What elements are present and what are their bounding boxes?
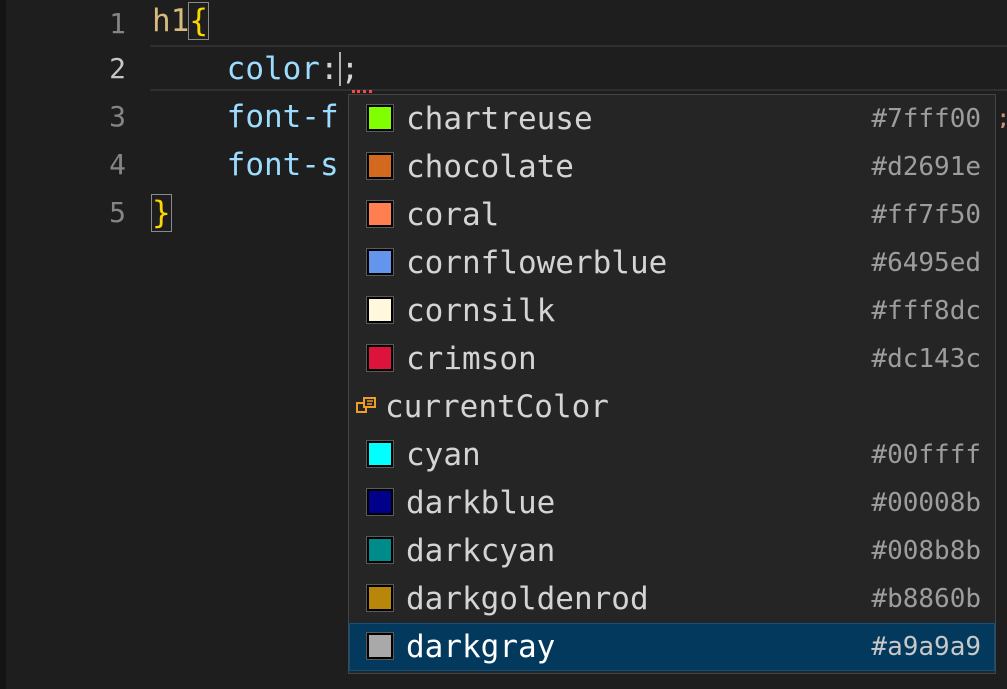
color-swatch-icon (366, 440, 394, 468)
suggestion-label: crimson (406, 341, 537, 377)
suggestion-label: darkblue (406, 485, 556, 521)
selector-token: h1 (152, 3, 190, 39)
keyword-icon (356, 397, 376, 413)
suggestion-label: cornsilk (406, 293, 556, 329)
suggestion-detail: #7fff00 (871, 104, 981, 134)
suggestion-label: darkgray (406, 629, 556, 665)
hidden-code-fragment: ; (996, 108, 1007, 128)
suggestion-detail: #d2691e (871, 152, 981, 182)
suggest-widget[interactable]: chartreuse #7fff00 chocolate #d2691e coral #f… (348, 94, 996, 674)
suggestion-item-chartreuse[interactable]: chartreuse #7fff00 (349, 95, 995, 143)
suggestion-label: coral (406, 197, 500, 233)
suggestion-label: cornflowerblue (406, 245, 668, 281)
open-brace-token: { (188, 2, 209, 40)
colon-token: : (319, 51, 339, 87)
suggestion-label: currentColor (385, 389, 609, 425)
line-number-gutter: 1 2 3 4 5 (6, 0, 146, 689)
color-swatch-icon (366, 488, 394, 516)
color-swatch-icon (366, 104, 394, 132)
error-squiggle (352, 86, 372, 93)
suggestion-label: darkgoldenrod (406, 581, 649, 617)
suggestion-detail: #ff7f50 (871, 200, 981, 230)
suggestion-item-coral[interactable]: coral #ff7f50 (349, 191, 995, 239)
suggestion-item-cornsilk[interactable]: cornsilk #fff8dc (349, 287, 995, 335)
line-number: 3 (109, 100, 126, 133)
suggestion-item-crimson[interactable]: crimson #dc143c (349, 335, 995, 383)
suggestion-detail: #00ffff (871, 440, 981, 470)
suggestion-item-darkcyan[interactable]: darkcyan #008b8b (349, 527, 995, 575)
suggestion-item-cyan[interactable]: cyan #00ffff (349, 431, 995, 479)
semicolon-token: ; (340, 51, 360, 87)
suggestion-label: chartreuse (406, 101, 593, 137)
color-swatch-icon (366, 344, 394, 372)
property-token: color (226, 51, 320, 87)
code-line-4[interactable]: font-s (152, 141, 339, 189)
property-token: font-s (226, 147, 339, 183)
color-swatch-icon (366, 248, 394, 276)
suggestion-item-darkgoldenrod[interactable]: darkgoldenrod #b8860b (349, 575, 995, 623)
suggestion-detail: #6495ed (871, 248, 981, 278)
color-swatch-icon (366, 584, 394, 612)
color-swatch-icon (366, 536, 394, 564)
suggestion-detail: #00008b (871, 488, 981, 518)
line-number: 4 (109, 148, 126, 181)
color-swatch-icon (366, 296, 394, 324)
code-line-2[interactable]: color:; (152, 45, 360, 93)
suggestion-item-chocolate[interactable]: chocolate #d2691e (349, 143, 995, 191)
property-token: font-f (226, 99, 339, 135)
suggestion-detail: #a9a9a9 (871, 632, 981, 662)
suggestion-item-darkgray[interactable]: darkgray #a9a9a9 (349, 623, 995, 671)
suggestion-detail: #fff8dc (871, 296, 981, 326)
suggestion-label: cyan (406, 437, 481, 473)
suggestion-detail: #008b8b (871, 536, 981, 566)
code-line-1[interactable]: h1{ (152, 0, 209, 45)
code-line-3[interactable]: font-f (152, 93, 339, 141)
suggestion-detail: #dc143c (871, 344, 981, 374)
line-number: 5 (109, 196, 126, 229)
line-number-active: 2 (109, 52, 126, 85)
suggestion-label: chocolate (406, 149, 574, 185)
line-number: 1 (109, 7, 126, 40)
suggestion-detail: #b8860b (871, 584, 981, 614)
color-swatch-icon (366, 632, 394, 660)
suggestion-item-darkblue[interactable]: darkblue #00008b (349, 479, 995, 527)
color-swatch-icon (366, 152, 394, 180)
close-brace-token: } (151, 194, 172, 232)
color-swatch-icon (366, 200, 394, 228)
suggestion-item-currentcolor[interactable]: currentColor (349, 383, 995, 431)
suggestion-label: darkcyan (406, 533, 556, 569)
suggestion-item-cornflowerblue[interactable]: cornflowerblue #6495ed (349, 239, 995, 287)
code-line-5[interactable]: } (151, 189, 172, 237)
